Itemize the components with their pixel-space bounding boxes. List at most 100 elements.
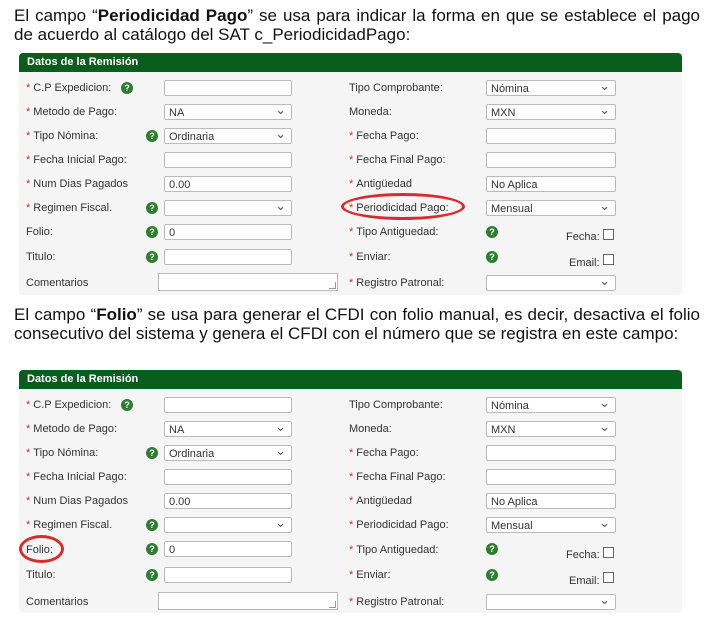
- metodo-pago-value: NA: [169, 424, 185, 436]
- registro-patronal-label: * Registro Patronal:: [349, 277, 445, 289]
- periodicidad-pago-select[interactable]: Mensual: [486, 200, 616, 216]
- para1-text-pre: El campo “: [14, 6, 98, 25]
- fecha-final-input[interactable]: [486, 152, 616, 168]
- folio-input[interactable]: 0: [164, 541, 292, 557]
- titulo-input[interactable]: [164, 249, 292, 265]
- metodo-pago-select[interactable]: NA: [164, 421, 292, 437]
- help-icon[interactable]: ?: [146, 519, 158, 531]
- fecha-final-input[interactable]: [486, 469, 616, 485]
- panel-header: Datos de la Remisión: [19, 53, 682, 72]
- para2-field-name: Folio: [96, 305, 137, 324]
- moneda-select[interactable]: MXN: [486, 421, 616, 437]
- metodo-pago-label-text: Metodo de Pago:: [33, 106, 118, 118]
- registro-patronal-select[interactable]: [486, 594, 616, 610]
- tipo-comprobante-select[interactable]: Nómina: [486, 80, 616, 96]
- help-icon[interactable]: ?: [146, 251, 158, 263]
- email-checkbox-label-text: Email:: [569, 575, 600, 587]
- fecha-inicial-input[interactable]: [164, 152, 292, 168]
- metodo-pago-select[interactable]: NA: [164, 104, 292, 120]
- tipo-nomina-select[interactable]: Ordinaria: [164, 445, 292, 461]
- help-icon[interactable]: ?: [146, 447, 158, 459]
- regimen-fiscal-select[interactable]: [164, 517, 292, 533]
- intro-paragraph-periodicidad: El campo “Periodicidad Pago” se usa para…: [14, 6, 700, 44]
- highlight-ellipse: [341, 193, 465, 220]
- help-icon[interactable]: ?: [146, 543, 158, 555]
- registro-patronal-select[interactable]: [486, 275, 616, 291]
- cp-expedicion-input[interactable]: [164, 80, 292, 96]
- help-icon[interactable]: ?: [486, 543, 498, 555]
- registro-patronal-label-text: Registro Patronal:: [356, 596, 445, 608]
- moneda-label: Moneda:: [349, 105, 392, 119]
- num-dias-label: * Num Dias Pagados: [26, 178, 129, 190]
- fecha-pago-label-text: Fecha Pago:: [356, 130, 419, 142]
- folio-label-text: Folio:: [26, 226, 53, 238]
- help-icon[interactable]: ?: [121, 399, 133, 411]
- fecha-checkbox[interactable]: [603, 229, 614, 240]
- fecha-checkbox[interactable]: [603, 547, 614, 558]
- help-icon[interactable]: ?: [146, 130, 158, 142]
- email-checkbox[interactable]: [603, 254, 614, 265]
- help-icon[interactable]: ?: [146, 569, 158, 581]
- moneda-select[interactable]: MXN: [486, 104, 616, 120]
- help-icon[interactable]: ?: [486, 226, 498, 238]
- folio-label: Folio:: [26, 225, 53, 239]
- comentarios-label: Comentarios: [26, 276, 88, 290]
- fecha-checkbox-label-text: Fecha:: [566, 231, 600, 243]
- titulo-input[interactable]: [164, 567, 292, 583]
- comentarios-textarea[interactable]: [158, 592, 338, 610]
- moneda-value: MXN: [491, 424, 516, 436]
- fecha-inicial-label: * Fecha Inicial Pago:: [26, 471, 127, 483]
- tipo-nomina-select[interactable]: Ordinaria: [164, 128, 292, 144]
- tipo-comprobante-value: Nómina: [491, 400, 529, 412]
- moneda-label-text: Moneda:: [349, 106, 392, 118]
- para1-field-name: Periodicidad Pago: [97, 6, 248, 25]
- comentarios-label-text: Comentarios: [26, 277, 89, 289]
- enviar-label-text: Enviar:: [356, 251, 391, 263]
- help-icon[interactable]: ?: [121, 82, 133, 94]
- para2-text-pre: El campo “: [14, 305, 97, 324]
- enviar-label: * Enviar:: [349, 569, 391, 581]
- enviar-label: * Enviar:: [349, 251, 391, 263]
- tipo-comprobante-select[interactable]: Nómina: [486, 397, 616, 413]
- fecha-inicial-label-text: Fecha Inicial Pago:: [33, 471, 127, 483]
- comentarios-textarea[interactable]: [158, 273, 338, 291]
- num-dias-label-text: Num Dias Pagados: [33, 178, 129, 190]
- fecha-pago-input[interactable]: [486, 445, 616, 461]
- fecha-pago-input[interactable]: [486, 128, 616, 144]
- help-icon[interactable]: ?: [486, 569, 498, 581]
- metodo-pago-label: * Metodo de Pago:: [26, 423, 118, 435]
- tipo-antiguedad-label-text: Tipo Antiguedad:: [356, 544, 439, 556]
- folio-value: 0: [169, 544, 176, 556]
- folio-input[interactable]: 0: [164, 224, 292, 240]
- tipo-nomina-label: * Tipo Nómina:: [26, 130, 99, 142]
- num-dias-value: 0.00: [169, 179, 191, 191]
- num-dias-input[interactable]: 0.00: [164, 493, 292, 509]
- registro-patronal-label-text: Registro Patronal:: [356, 277, 445, 289]
- moneda-label: Moneda:: [349, 422, 392, 436]
- num-dias-input[interactable]: 0.00: [164, 176, 292, 192]
- periodicidad-pago-value: Mensual: [491, 520, 533, 532]
- tipo-nomina-value: Ordinaria: [169, 131, 215, 143]
- help-icon[interactable]: ?: [146, 226, 158, 238]
- cp-expedicion-input[interactable]: [164, 397, 292, 413]
- tipo-nomina-label-text: Tipo Nómina:: [33, 447, 99, 459]
- antiguedad-input[interactable]: No Aplica: [486, 176, 616, 192]
- email-checkbox[interactable]: [603, 572, 614, 583]
- titulo-label-text: Titulo:: [26, 251, 56, 263]
- cp-expedicion-label-text: C.P Expedicion:: [33, 82, 112, 94]
- moneda-value: MXN: [491, 107, 516, 119]
- email-checkbox-label-text: Email:: [569, 257, 600, 269]
- fecha-inicial-input[interactable]: [164, 469, 292, 485]
- help-icon[interactable]: ?: [146, 202, 158, 214]
- periodicidad-pago-select[interactable]: Mensual: [486, 517, 616, 533]
- antiguedad-input[interactable]: No Aplica: [486, 493, 616, 509]
- help-icon[interactable]: ?: [486, 251, 498, 263]
- tipo-antiguedad-label: * Tipo Antiguedad:: [349, 226, 439, 238]
- remision-form-panel-1: Datos de la Remisión * C.P Expedicion: ? …: [19, 53, 682, 295]
- fecha-final-label-text: Fecha Final Pago:: [356, 154, 446, 166]
- email-checkbox-label: Email:: [569, 574, 600, 588]
- panel-header: Datos de la Remisión: [19, 370, 682, 389]
- cp-expedicion-label: * C.P Expedicion:: [26, 82, 112, 94]
- regimen-fiscal-select[interactable]: [164, 200, 292, 216]
- tipo-comprobante-label-text: Tipo Comprobante:: [349, 399, 443, 411]
